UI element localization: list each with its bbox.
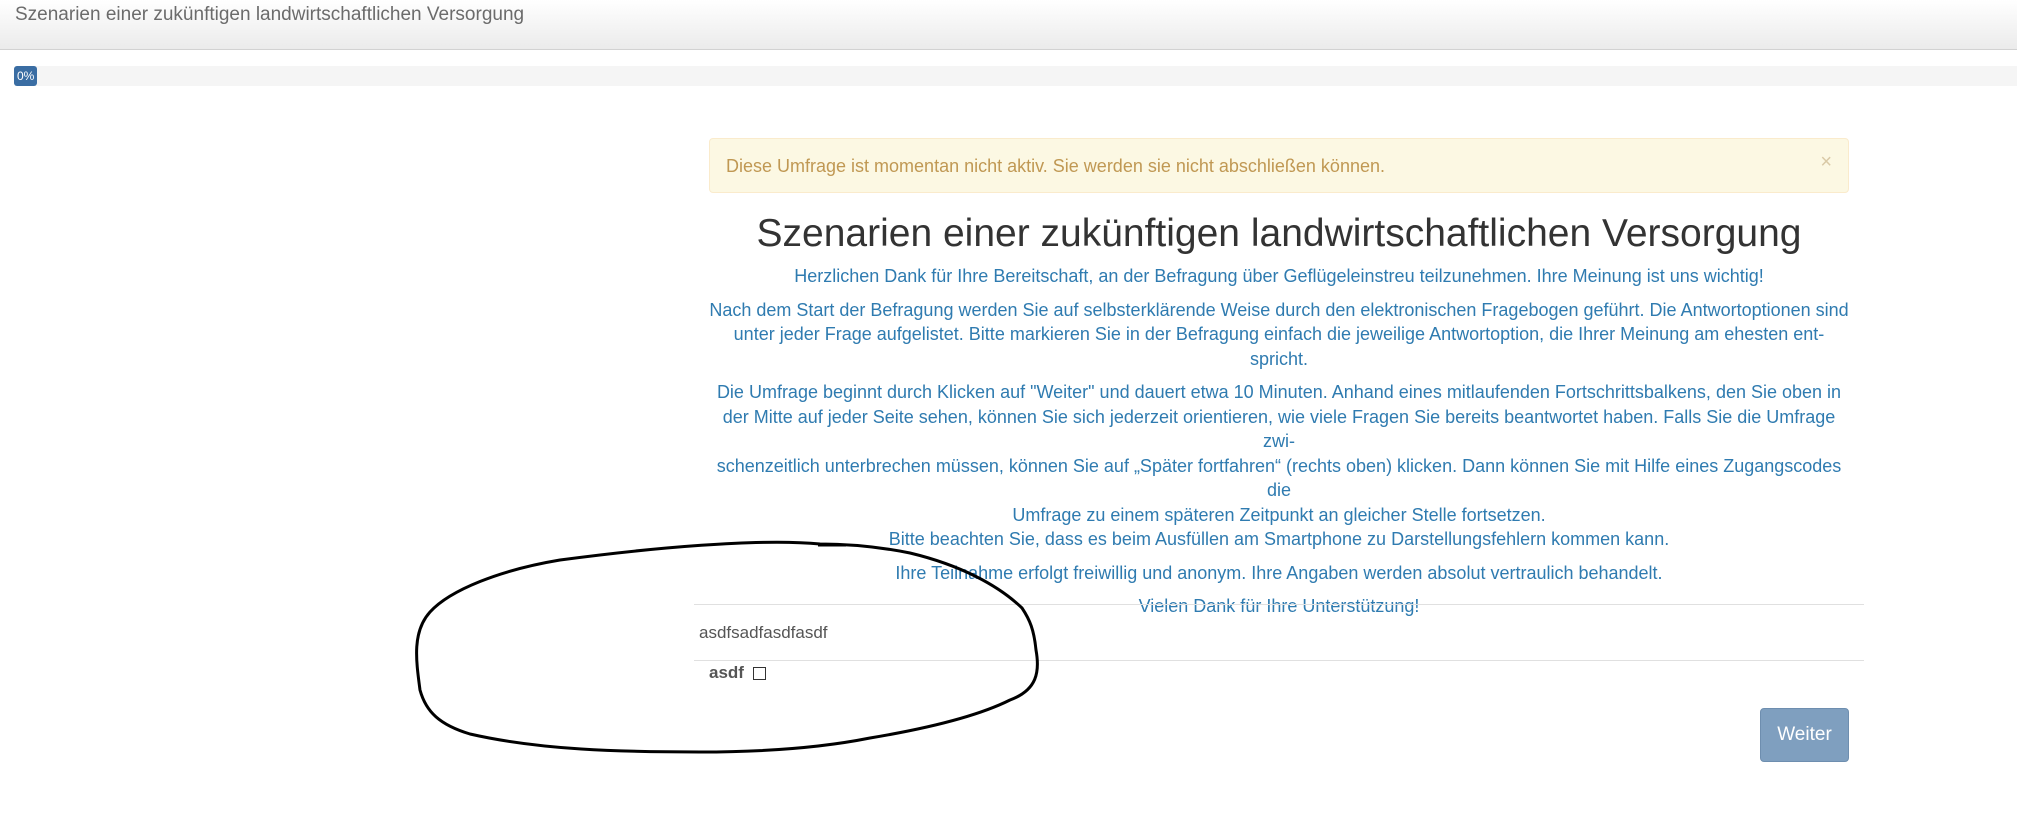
next-button[interactable]: Weiter — [1760, 708, 1849, 762]
progress-bar: 0% — [14, 66, 2017, 86]
answer-checkbox[interactable] — [752, 666, 766, 680]
question-text: asdfsadfasdfasdf — [699, 623, 828, 642]
welcome-line: Nach dem Start der Befragung werden Sie … — [709, 299, 1849, 320]
question-divider-top — [694, 604, 1864, 605]
question-divider-bottom — [694, 660, 1864, 661]
welcome-paragraph-privacy: Ihre Teilnahme erfolgt freiwillig und an… — [895, 562, 1663, 583]
welcome-line: Die Umfrage beginnt durch Klicken auf "W… — [716, 382, 1842, 402]
welcome-section: Szenarien einer zukünftigen landwirtscha… — [705, 206, 1853, 619]
welcome-line: Umfrage zu einem späteren Zeitpunkt an g… — [1012, 504, 1546, 525]
progress-bar-fill: 0% — [14, 66, 38, 86]
close-icon[interactable]: × — [1820, 151, 1832, 174]
inactive-survey-alert: Diese Umfrage ist momentan nicht aktiv. … — [709, 138, 1849, 193]
welcome-title: Szenarien einer zukünftigen landwirtscha… — [756, 212, 1802, 255]
welcome-line: spricht. — [1249, 348, 1309, 369]
welcome-line: unter jeder Frage aufgelistet. Bitte mar… — [733, 324, 1825, 344]
survey-title: Szenarien einer zukünftigen landwirtscha… — [15, 4, 525, 25]
welcome-paragraph-thanks: Herzlichen Dank für Ihre Bereitschaft, a… — [794, 266, 1764, 286]
alert-message: Diese Umfrage ist momentan nicht aktiv. … — [726, 156, 1385, 176]
welcome-line: Bitte beachten Sie, dass es beim Ausfüll… — [888, 529, 1670, 549]
welcome-line: der Mitte auf jeder Seite sehen, können … — [722, 406, 1836, 452]
welcome-paragraph-intro: Nach dem Start der Befragung werden Sie … — [705, 298, 1853, 372]
answer-label[interactable]: asdf — [709, 663, 744, 683]
welcome-paragraph-closing: Vielen Dank für Ihre Unterstützung! — [1138, 596, 1420, 616]
welcome-line: schenzeitlich unterbrechen müssen, könne… — [716, 455, 1842, 501]
welcome-paragraph-instructions: Die Umfrage beginnt durch Klicken auf "W… — [705, 380, 1853, 552]
top-navbar: Szenarien einer zukünftigen landwirtscha… — [0, 0, 2017, 50]
answer-option[interactable]: asdf — [709, 663, 766, 683]
